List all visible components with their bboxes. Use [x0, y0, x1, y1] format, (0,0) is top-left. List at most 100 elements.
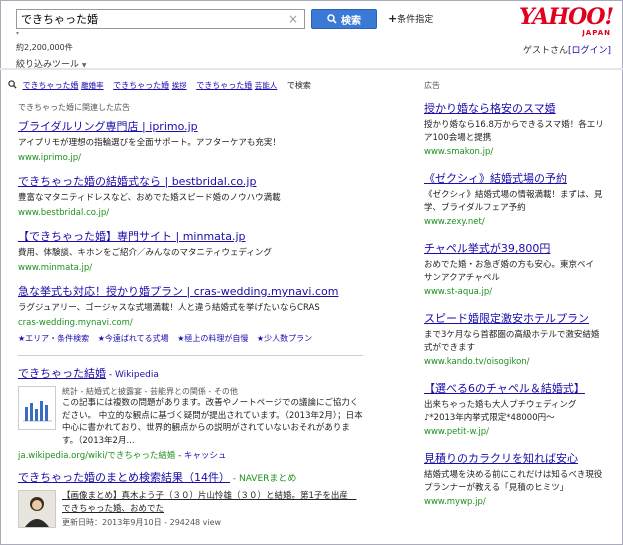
ads-divider [18, 355, 363, 356]
related-searches: できちゃった婚 離婚率 できちゃった婚 挨拶 できちゃった婚 芸能人 で検索 [8, 80, 311, 91]
sidebar-ad-url[interactable]: www.petit-w.jp/ [424, 427, 604, 437]
ad-title[interactable]: 【できちゃった婚】専門サイト | minmata.jp [18, 230, 363, 244]
sidebar-ad-desc: おめでた婚・お急ぎ婚の方も安心。東京ベイ サンアクアチャペル [424, 260, 595, 283]
result-title: できちゃった結婚 - Wikipedia [18, 367, 363, 382]
ad-url[interactable]: www.iprimo.jp/ [18, 152, 363, 164]
plus-icon: + [388, 12, 398, 25]
related-query: できちゃった婚 [22, 81, 79, 90]
sitelink[interactable]: ★今遠ばれてる式場 [98, 334, 169, 343]
sidebar-ad-title[interactable]: チャペル挙式が39,800円 [424, 242, 604, 256]
sidebar-ads-label: 広告 [424, 81, 440, 90]
sidebar-ads: 広告 授かり婚なら格安のスマ婚 授かり婚なら16.8万からできるスマ婚！各エリア… [424, 80, 604, 522]
result-url[interactable]: ja.wikipedia.org/wiki/できちゃった結婚 [18, 451, 175, 461]
sitelink[interactable]: ★極上の料理が自慢 [177, 334, 248, 343]
related-suffix: で検索 [286, 81, 311, 90]
conditions-link[interactable]: +条件指定 [388, 12, 433, 25]
related-query: できちゃった婚 [196, 81, 253, 90]
ad-title[interactable]: できちゃった婚の結婚式なら | bestbridal.co.jp [18, 175, 363, 189]
result-body: 統計 - 結婚式と披露宴 - 芸能界との関係 - その他 この記事には複数の問題… [18, 386, 363, 447]
search-dropdown-icon[interactable]: ▾ [16, 30, 19, 37]
sidebar-ad-item: 【選べる6のチャペル＆結婚式】 出来ちゃった婚も大人プチウェディング♪*2013… [424, 382, 604, 437]
sidebar-ad-desc: まで3ケ月なら首都圏の高級ホテルで激安結婚式ができます [424, 330, 600, 353]
sidebar-ad-title[interactable]: 見積りのカラクリを知れば安心 [424, 452, 604, 466]
ad-item: できちゃった婚の結婚式なら | bestbridal.co.jp 豊富なマタニテ… [18, 175, 363, 219]
result-text: 【画像まとめ】真木よう子（３０）片山怜雄（３０）と結婚。第1子を出産 できちゃっ… [62, 490, 363, 528]
search-button[interactable]: 検索 [311, 9, 377, 29]
search-box[interactable]: × [16, 9, 305, 29]
result-item: できちゃった婚のまとめ検索結果（14件） - NAVERまとめ 【画像まとめ】真… [18, 471, 363, 528]
header-divider [0, 68, 623, 70]
guest-suffix: さん [549, 46, 568, 56]
chart-thumbnail-icon [23, 401, 52, 422]
related-sub: 芸能人 [254, 81, 278, 90]
sidebar-ad-desc: 出来ちゃった婚も大人プチウェディング♪*2013年内挙式限定*48000円〜 [424, 400, 577, 423]
ads-label: できちゃった婚に関連した広告 [18, 103, 130, 112]
cache-link[interactable]: キャッシュ [184, 451, 227, 461]
result-title-link[interactable]: できちゃった結婚 [18, 367, 106, 380]
ad-item: 【できちゃった婚】専門サイト | minmata.jp 費用、体験談、キホンをご… [18, 230, 363, 274]
result-title: できちゃった婚のまとめ検索結果（14件） - NAVERまとめ [18, 471, 363, 486]
person-photo-icon [19, 491, 55, 527]
main-results: できちゃった婚に関連した広告 ブライダルリング専門店 | iprimo.jp ア… [18, 102, 363, 528]
logo-sub: JAPAN [582, 29, 611, 37]
sidebar-ad-url[interactable]: www.smakon.jp/ [424, 147, 604, 157]
result-thumbnail[interactable] [18, 386, 56, 430]
ad-item: ブライダルリング専門店 | iprimo.jp アイプリモが理想の指輪選びを全面… [18, 120, 363, 164]
sidebar-ad-title[interactable]: 授かり婚なら格安のスマ婚 [424, 102, 604, 116]
result-desc[interactable]: 【画像まとめ】真木よう子（３０）片山怜雄（３０）と結婚。第1子を出産 できちゃっ… [62, 490, 363, 515]
result-text: 統計 - 結婚式と披露宴 - 芸能界との関係 - その他 この記事には複数の問題… [62, 386, 363, 447]
sidebar-ad-item: 《ゼクシィ》結婚式場の予約 《ゼクシィ》結婚式場の情報満載！まずは、見学、ブライ… [424, 172, 604, 227]
result-source: - NAVERまとめ [230, 474, 297, 484]
conditions-label: 条件指定 [397, 15, 434, 25]
yahoo-japan-logo[interactable]: YAHOO! JAPAN [519, 4, 614, 41]
ad-title[interactable]: ブライダルリング専門店 | iprimo.jp [18, 120, 363, 134]
sidebar-ad-item: チャペル挙式が39,800円 おめでた婚・お急ぎ婚の方も安心。東京ベイ サンアク… [424, 242, 604, 297]
guest-name: ゲスト [522, 46, 550, 56]
result-count: 約2,200,000件 [16, 43, 73, 52]
related-sub: 離婚率 [81, 81, 104, 90]
search-button-label: 検索 [341, 15, 361, 27]
ad-desc: 豊富なマタニティドレスなど、おめでた婚スピード婚のノウハウ満載 [18, 193, 281, 203]
result-source: - Wikipedia [106, 370, 159, 380]
result-thumbnail[interactable] [18, 490, 56, 528]
ad-desc: ラグジュアリー、ゴージャスな式場満載！人と違う結婚式を挙げたいならCRAS [18, 303, 320, 313]
sidebar-ad-item: 見積りのカラクリを知れば安心 結婚式場を決める前にこれだけは知るべき現役プランナ… [424, 452, 604, 507]
sitelink[interactable]: ★エリア・条件検索 [18, 334, 89, 343]
sidebar-ad-url[interactable]: www.zexy.net/ [424, 217, 604, 227]
sidebar-ad-item: スピード婚限定激安ホテルプラン まで3ケ月なら首都圏の高級ホテルで激安結婚式がで… [424, 312, 604, 367]
related-sub: 挨拶 [171, 81, 187, 90]
result-title-link[interactable]: できちゃった婚のまとめ検索結果（14件） [18, 471, 230, 484]
result-item: できちゃった結婚 - Wikipedia 統計 - 結婚式と披露宴 - 芸能界と… [18, 367, 363, 461]
result-body: 【画像まとめ】真木よう子（３０）片山怜雄（３０）と結婚。第1子を出産 できちゃっ… [18, 490, 363, 528]
sitelink[interactable]: ★少人数プラン [257, 334, 312, 343]
sidebar-ad-url[interactable]: www.mywp.jp/ [424, 497, 604, 507]
ad-desc: 費用、体験談、キホンをご紹介／みんなのマタニティウェディング [18, 248, 272, 258]
ad-sitelinks: ★エリア・条件検索 ★今遠ばれてる式場 ★極上の料理が自慢 ★少人数プラン [18, 333, 363, 344]
ad-item: 急な挙式も対応！授かり婚プラン | cras-wedding.mynavi.co… [18, 285, 363, 344]
ad-url[interactable]: www.minmata.jp/ [18, 262, 363, 274]
ad-title[interactable]: 急な挙式も対応！授かり婚プラン | cras-wedding.mynavi.co… [18, 285, 363, 299]
sidebar-ad-title[interactable]: スピード婚限定激安ホテルプラン [424, 312, 604, 326]
related-search-2[interactable]: できちゃった婚 芸能人 [196, 81, 277, 90]
clear-icon[interactable]: × [288, 12, 298, 26]
magnifier-icon [8, 80, 17, 89]
related-search-0[interactable]: できちゃった婚 離婚率 [23, 81, 104, 90]
result-updated: 更新日時：2013年9月10日 - 294248 view [62, 518, 222, 527]
sidebar-ad-desc: 《ゼクシィ》結婚式場の情報満載！まずは、見学、ブライダルフェア予約 [424, 190, 603, 213]
result-url-line: ja.wikipedia.org/wiki/できちゃった結婚 - キャッシュ [18, 451, 227, 461]
login-link[interactable]: [ログイン] [568, 46, 611, 56]
ad-url[interactable]: www.bestbridal.co.jp/ [18, 207, 363, 219]
sidebar-ad-title[interactable]: 【選べる6のチャペル＆結婚式】 [424, 382, 604, 396]
search-input[interactable] [17, 10, 277, 28]
logo-text: YAHOO! [519, 4, 614, 30]
search-icon [327, 14, 337, 24]
ad-url[interactable]: cras-wedding.mynavi.com/ [18, 317, 363, 329]
sidebar-ad-url[interactable]: www.st-aqua.jp/ [424, 287, 604, 297]
related-query: できちゃった婚 [113, 81, 170, 90]
sidebar-ad-title[interactable]: 《ゼクシィ》結婚式場の予約 [424, 172, 604, 186]
sidebar-ad-item: 授かり婚なら格安のスマ婚 授かり婚なら16.8万からできるスマ婚！各エリア100… [424, 102, 604, 157]
related-search-1[interactable]: できちゃった婚 挨拶 [113, 81, 187, 90]
sidebar-ad-url[interactable]: www.kando.tv/oisogikon/ [424, 357, 604, 367]
ad-desc: アイプリモが理想の指輪選びを全面サポート。アフターケアも充実！ [18, 138, 281, 148]
result-meta-links[interactable]: 統計 - 結婚式と披露宴 - 芸能界との関係 - その他 [62, 386, 363, 397]
